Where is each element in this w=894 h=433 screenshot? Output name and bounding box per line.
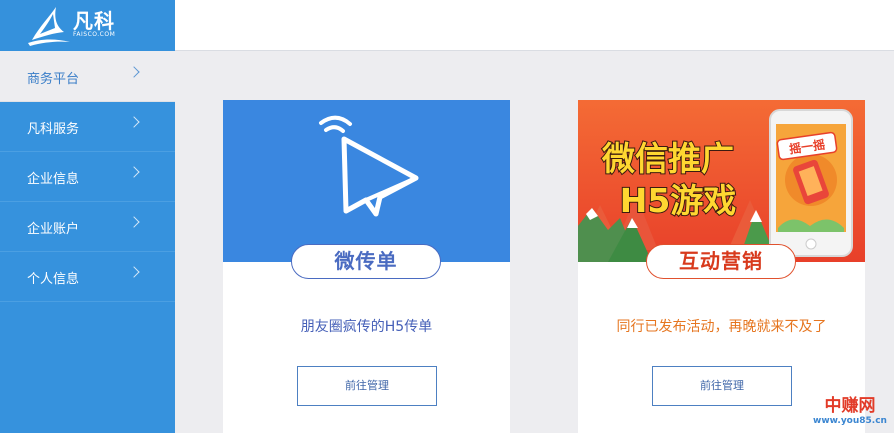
banner-line-1: 微信推广 bbox=[601, 139, 734, 178]
banner-line-2: H5游戏 bbox=[620, 181, 737, 220]
watermark-title: 中赚网 bbox=[824, 396, 876, 416]
chevron-right-icon bbox=[128, 116, 140, 128]
card-banner: 微信推广 H5游戏 摇一摇 bbox=[578, 100, 865, 262]
sidebar-item-label: 商务平台 bbox=[27, 72, 80, 87]
card-banner bbox=[223, 100, 510, 262]
sidebar-item-label: 企业信息 bbox=[27, 172, 80, 187]
card-description: 朋友圈疯传的H5传单 bbox=[300, 319, 433, 335]
chevron-right-icon bbox=[128, 216, 140, 228]
chevron-right-icon bbox=[128, 266, 140, 278]
h5-game-banner-illustration: 微信推广 H5游戏 摇一摇 bbox=[578, 100, 865, 262]
brand-domain: FAISCO.COM bbox=[73, 31, 116, 38]
paper-plane-icon bbox=[319, 115, 419, 217]
chevron-right-icon bbox=[128, 66, 140, 78]
sidebar-item-label: 个人信息 bbox=[27, 272, 80, 287]
product-card-flyer: 微传单 朋友圈疯传的H5传单 前往管理 bbox=[223, 100, 510, 433]
faisco-logo[interactable]: 凡科 FAISCO.COM bbox=[0, 0, 175, 51]
sidebar-item-business-platform[interactable]: 商务平台 bbox=[0, 52, 175, 102]
sidebar-item-label: 企业账户 bbox=[27, 222, 80, 237]
watermark-url: www.you85.cn bbox=[813, 416, 887, 426]
sidebar: 商务平台 凡科服务 企业信息 企业账户 个人信息 bbox=[0, 52, 175, 433]
sidebar-item-faisco-services[interactable]: 凡科服务 bbox=[0, 102, 175, 152]
manage-interactive-marketing-button[interactable]: 前往管理 bbox=[652, 366, 792, 406]
sidebar-item-company-info[interactable]: 企业信息 bbox=[0, 152, 175, 202]
sidebar-item-label: 凡科服务 bbox=[27, 122, 80, 137]
card-title: 微传单 bbox=[291, 244, 441, 279]
sidebar-item-personal-info[interactable]: 个人信息 bbox=[0, 252, 175, 302]
sailboat-logo-icon bbox=[28, 7, 70, 46]
top-bar: 凡科 FAISCO.COM bbox=[0, 0, 894, 51]
site-watermark: 中赚网 www.you85.cn bbox=[806, 397, 894, 426]
product-card-interactive-marketing: 微信推广 H5游戏 摇一摇 互动营销 同行已发布活动，再晚就来不及了 前往管理 bbox=[578, 100, 865, 433]
sidebar-item-company-account[interactable]: 企业账户 bbox=[0, 202, 175, 252]
brand-name: 凡科 bbox=[73, 9, 115, 33]
card-description: 同行已发布活动，再晚就来不及了 bbox=[616, 319, 827, 335]
chevron-right-icon bbox=[128, 166, 140, 178]
card-title: 互动营销 bbox=[646, 244, 796, 279]
manage-flyer-button[interactable]: 前往管理 bbox=[297, 366, 437, 406]
